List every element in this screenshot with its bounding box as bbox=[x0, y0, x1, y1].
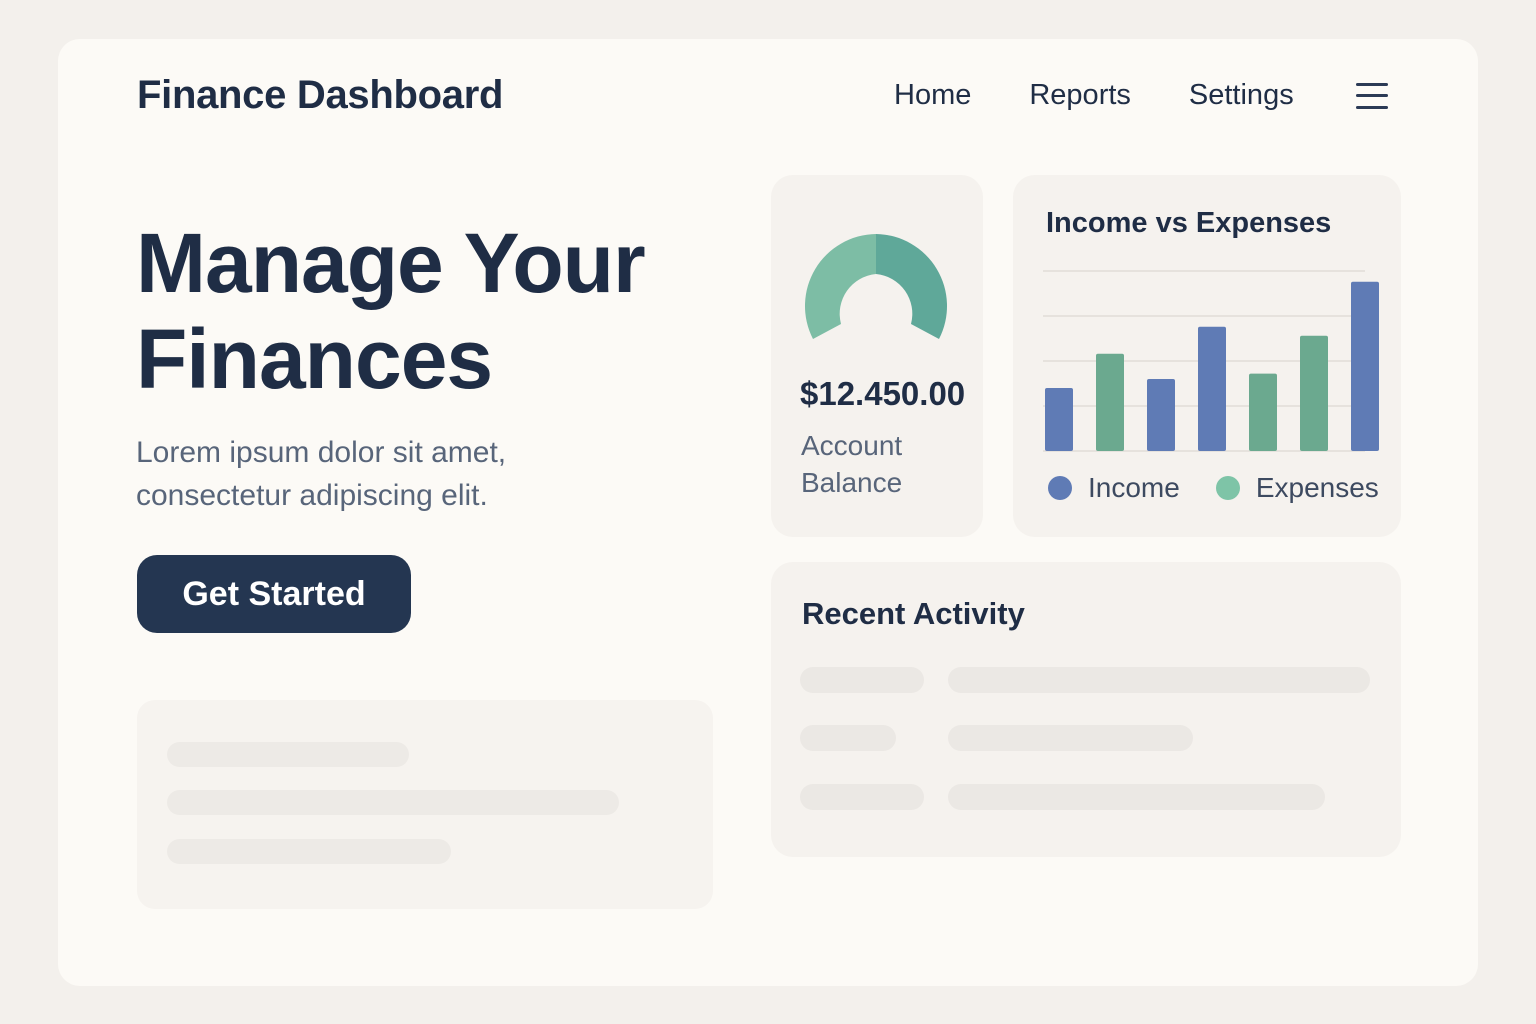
hero-title-line-2: Finances bbox=[136, 312, 493, 406]
legend-swatch-income bbox=[1048, 476, 1072, 500]
legend-item-expenses: Expenses bbox=[1215, 472, 1379, 504]
chart-legend: Income Expenses bbox=[1048, 472, 1415, 504]
balance-amount: $12.450.00 bbox=[800, 375, 966, 412]
balance-card: $12.450.00 Account Balance bbox=[771, 175, 983, 537]
menu-line bbox=[1355, 82, 1388, 86]
activity-row-description bbox=[948, 725, 1193, 751]
nav-settings[interactable]: Settings bbox=[1189, 79, 1294, 112]
page-container: Finance Dashboard Home Reports Settings … bbox=[58, 39, 1478, 986]
balance-gauge-icon bbox=[804, 234, 948, 339]
activity-row-description bbox=[948, 784, 1325, 810]
nav-reports[interactable]: Reports bbox=[1029, 79, 1131, 112]
get-started-button[interactable]: Get Started bbox=[137, 555, 411, 633]
top-nav: Home Reports Settings bbox=[894, 79, 1388, 112]
skeleton-line bbox=[167, 839, 451, 864]
gauge-segment-right bbox=[876, 234, 948, 339]
legend-label-income: Income bbox=[1088, 472, 1180, 503]
legend-swatch-expenses bbox=[1215, 476, 1240, 500]
income-expenses-card: Income vs Expenses Income Expenses bbox=[1013, 175, 1401, 537]
chart-bar-income[interactable] bbox=[1045, 388, 1073, 451]
activity-row-date bbox=[800, 667, 924, 693]
hero-title: Manage Your Finances bbox=[136, 215, 646, 407]
chart-bar-expenses[interactable] bbox=[1300, 335, 1328, 451]
recent-activity-title: Recent Activity bbox=[802, 596, 1025, 631]
balance-label: Account Balance bbox=[801, 430, 903, 498]
activity-row-date bbox=[800, 784, 924, 810]
skeleton-line bbox=[167, 790, 619, 815]
chart-bar-income[interactable] bbox=[1198, 326, 1226, 451]
hamburger-menu-icon[interactable] bbox=[1355, 82, 1388, 109]
recent-activity-card: Recent Activity bbox=[771, 562, 1401, 857]
chart-bar-income[interactable] bbox=[1147, 379, 1175, 451]
brand-title: Finance Dashboard bbox=[137, 73, 504, 117]
placeholder-card bbox=[137, 700, 713, 909]
activity-row-date bbox=[800, 725, 896, 751]
legend-label-expenses: Expenses bbox=[1255, 472, 1379, 503]
legend-item-income: Income bbox=[1048, 472, 1180, 504]
nav-home[interactable]: Home bbox=[894, 79, 971, 112]
menu-line bbox=[1355, 94, 1388, 97]
chart-bar-expenses[interactable] bbox=[1096, 353, 1124, 451]
skeleton-line bbox=[167, 742, 409, 767]
chart-bar-income[interactable] bbox=[1351, 281, 1379, 451]
hero-title-line-1: Manage Your bbox=[136, 216, 646, 310]
chart-bar-expenses[interactable] bbox=[1249, 373, 1277, 451]
gauge-segment-left bbox=[804, 234, 876, 339]
menu-line bbox=[1355, 105, 1388, 109]
activity-row-description bbox=[948, 667, 1370, 693]
income-expenses-chart bbox=[1043, 270, 1379, 452]
hero-subtitle: Lorem ipsum dolor sit amet, consectetur … bbox=[136, 436, 507, 512]
